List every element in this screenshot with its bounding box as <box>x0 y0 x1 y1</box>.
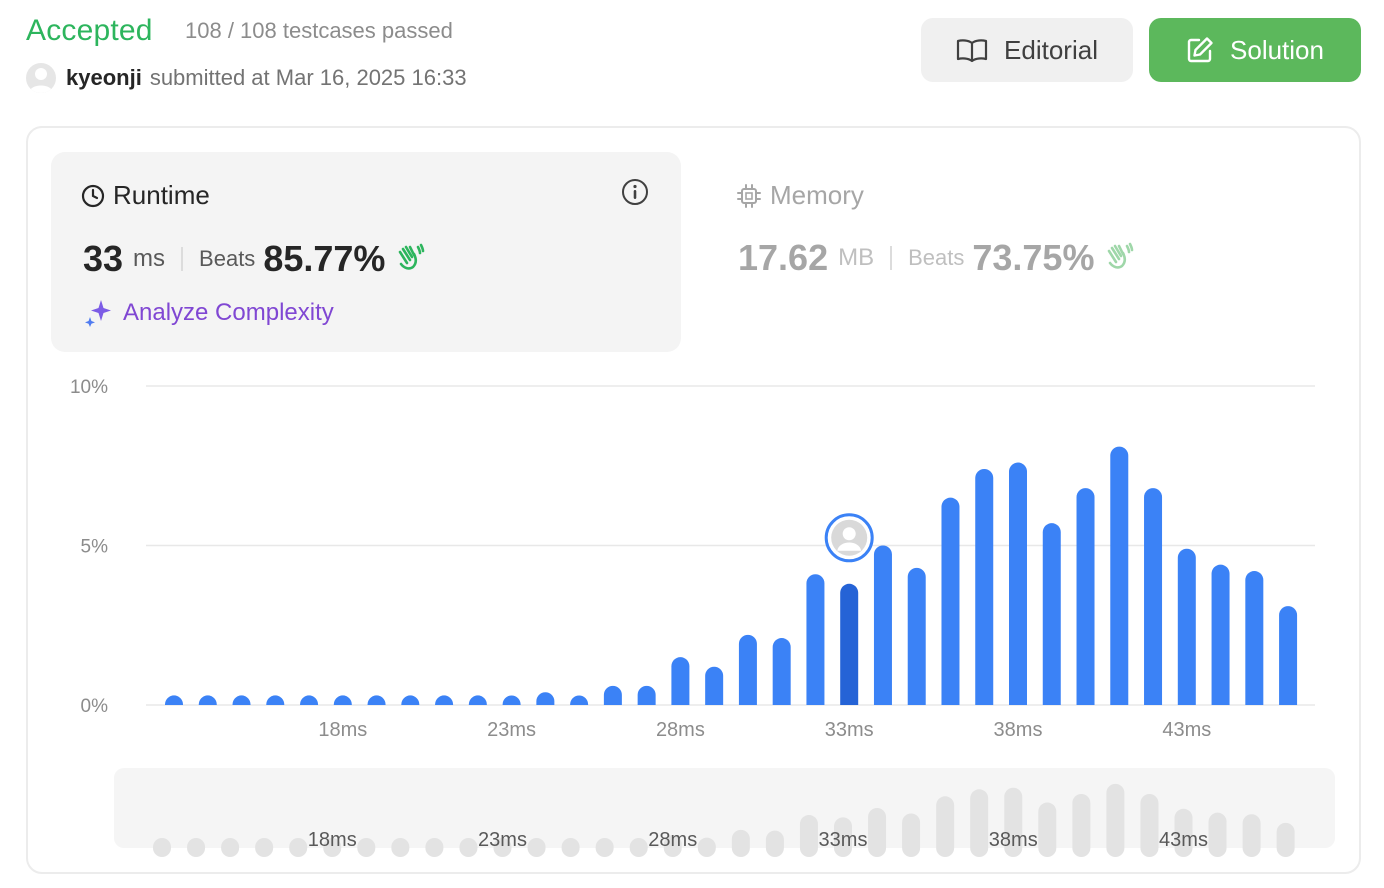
histogram-bar[interactable] <box>806 574 825 705</box>
histogram-bar[interactable] <box>975 468 994 705</box>
divider <box>890 246 893 270</box>
range-mini-bar <box>289 838 308 857</box>
range-mini-bar <box>970 789 989 857</box>
range-mini-bar <box>663 835 682 857</box>
editorial-label: Editorial <box>1004 34 1098 65</box>
sparkle-icon <box>85 300 111 327</box>
range-mini-bar <box>697 837 716 857</box>
histogram-bar[interactable] <box>1279 606 1298 705</box>
histogram-bar[interactable] <box>873 545 892 706</box>
chip-icon <box>737 183 761 208</box>
runtime-beats-percent: 85.77% <box>263 238 386 279</box>
histogram-bar[interactable] <box>772 638 791 705</box>
solution-label: Solution <box>1230 34 1324 65</box>
range-mini-bar <box>868 808 887 857</box>
submitter-info: kyeonji submitted at Mar 16, 2025 16:33 <box>26 62 467 94</box>
range-mini-bar <box>1276 822 1295 857</box>
histogram-bar[interactable] <box>637 685 656 705</box>
histogram-bar[interactable] <box>1042 523 1061 705</box>
histogram-bar[interactable] <box>1009 462 1027 705</box>
range-mini-bar <box>1174 808 1193 857</box>
range-mini-bar <box>834 817 852 857</box>
info-icon[interactable] <box>621 178 649 211</box>
analyze-complexity-label: Analyze Complexity <box>123 299 334 326</box>
memory-beats-percent: 73.75% <box>972 237 1095 278</box>
clapping-hands-icon <box>395 242 425 277</box>
range-mini-bar <box>1208 812 1227 857</box>
histogram-bar[interactable] <box>671 657 690 705</box>
range-mini-bar <box>1004 787 1023 857</box>
range-mini-bar <box>1106 783 1125 857</box>
runtime-title: Runtime <box>113 180 210 210</box>
histogram-bar[interactable] <box>603 685 622 705</box>
runtime-unit: ms <box>133 245 166 272</box>
range-mini-bar <box>595 838 614 857</box>
histogram-bar[interactable] <box>738 634 757 705</box>
range-mini-bar <box>902 813 921 857</box>
runtime-card[interactable]: Runtime 33 ms Beats 85.77% Analyze Compl… <box>51 152 681 352</box>
histogram-bar[interactable] <box>1177 548 1196 705</box>
histogram-bar[interactable] <box>907 567 926 705</box>
clock-icon <box>81 184 105 207</box>
analyze-complexity-link[interactable]: Analyze Complexity <box>83 298 334 328</box>
range-mini-bar <box>1038 802 1057 857</box>
range-mini-bar <box>527 838 546 857</box>
range-mini-bar <box>799 815 818 857</box>
range-mini-bar <box>1072 793 1091 857</box>
range-mini-bar <box>221 838 240 857</box>
histogram-bar[interactable] <box>705 666 724 705</box>
histogram-bar[interactable] <box>1211 564 1230 705</box>
range-mini-bar <box>357 838 376 857</box>
submission-time: submitted at Mar 16, 2025 16:33 <box>149 65 467 90</box>
histogram-bar[interactable] <box>840 583 859 705</box>
range-mini-bar <box>153 838 171 857</box>
range-mini-bar <box>187 838 206 857</box>
editorial-button[interactable]: Editorial <box>921 18 1133 82</box>
status-accepted: Accepted <box>26 14 153 47</box>
range-mini-bar <box>255 838 274 857</box>
solution-button[interactable]: Solution <box>1149 18 1361 82</box>
memory-beats-label: Beats <box>908 245 965 270</box>
range-mini-bar <box>936 796 955 857</box>
divider <box>181 247 184 271</box>
range-mini-bar <box>459 838 478 857</box>
histogram-bar[interactable] <box>1110 446 1129 705</box>
memory-section[interactable]: Memory 17.62 MB Beats 73.75% <box>736 180 1134 279</box>
testcases-passed: 108 / 108 testcases passed <box>185 18 453 43</box>
runtime-beats-label: Beats <box>199 246 256 271</box>
memory-value: 17.62 <box>738 237 829 278</box>
memory-unit: MB <box>838 244 875 271</box>
range-mini-bar <box>1140 793 1159 857</box>
range-mini-bar <box>629 838 648 857</box>
histogram-bar[interactable] <box>1245 571 1264 705</box>
book-icon <box>956 39 988 63</box>
range-mini-bar <box>425 838 444 857</box>
range-mini-bar <box>391 838 410 857</box>
histogram-bar[interactable] <box>1076 488 1095 705</box>
username[interactable]: kyeonji <box>66 65 142 91</box>
clapping-hands-icon <box>1104 241 1134 276</box>
range-mini-bar <box>493 838 512 857</box>
memory-title: Memory <box>770 180 864 210</box>
range-mini-bar <box>561 838 580 857</box>
histogram-bar[interactable] <box>941 497 960 705</box>
range-mini-bar <box>1242 814 1261 857</box>
edit-icon <box>1187 37 1213 63</box>
range-mini-bar <box>765 830 784 857</box>
range-mini-bar <box>323 838 342 857</box>
histogram-bar[interactable] <box>1144 488 1163 705</box>
user-avatar-icon[interactable] <box>26 63 56 93</box>
runtime-value: 33 <box>83 238 124 279</box>
range-mini-bar <box>731 829 750 857</box>
